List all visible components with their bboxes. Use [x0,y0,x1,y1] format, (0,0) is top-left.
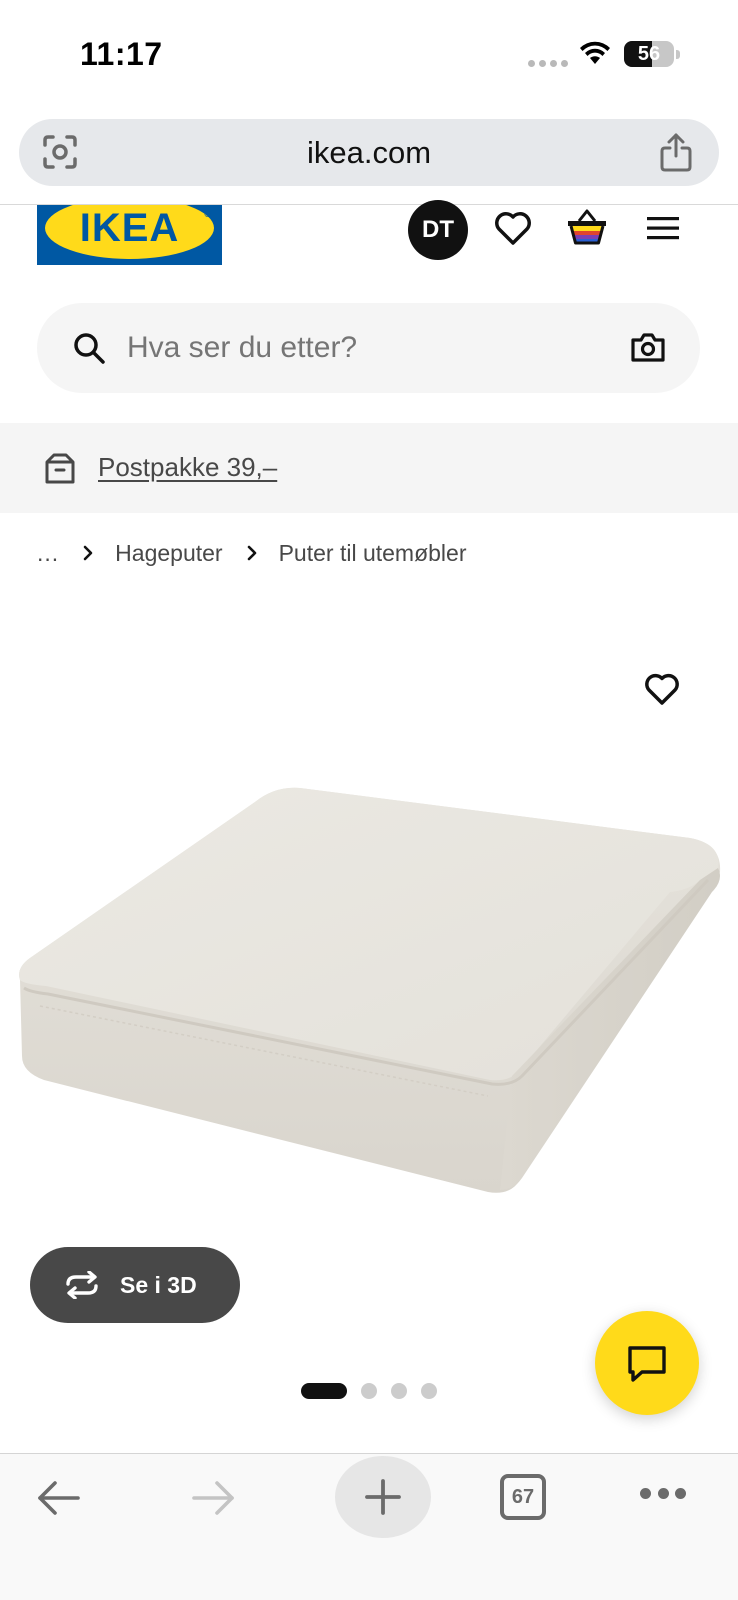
chevron-right-icon [83,545,93,561]
delivery-promo-banner: Postpakke 39,– [0,423,738,513]
new-tab-button[interactable] [335,1456,431,1538]
pagination-dot[interactable] [301,1383,347,1399]
search-box[interactable] [37,303,700,393]
logo-text: IKEA [79,206,180,250]
tab-switcher-button[interactable]: 67 [500,1474,546,1520]
plus-icon [365,1479,401,1515]
breadcrumb-ellipsis[interactable]: ... [37,540,59,567]
url-bar[interactable]: ikea.com [19,119,719,186]
add-to-favourites-heart-icon[interactable] [644,672,680,706]
share-icon[interactable] [659,132,693,172]
pagination-dot[interactable] [391,1383,407,1399]
parcel-box-icon [45,453,75,484]
search-input[interactable] [127,303,587,393]
view-in-3d-button[interactable]: Se i 3D [30,1247,240,1323]
ikea-logo[interactable]: IKEA ® [37,205,222,265]
postpakke-link[interactable]: Postpakke 39,– [98,423,277,511]
breadcrumb-item-puter-til-utemobler[interactable]: Puter til utemøbler [279,540,467,567]
rotate-3d-icon [66,1271,98,1299]
status-time: 11:17 [80,36,163,72]
browser-toolbar: 67 [0,1454,738,1600]
forward-arrow-icon[interactable] [190,1478,236,1518]
search-icon[interactable] [72,331,106,365]
pagination-dot[interactable] [421,1383,437,1399]
favourites-heart-icon[interactable] [494,210,532,246]
chevron-right-icon [247,545,256,561]
url-text[interactable]: ikea.com [19,119,719,186]
battery-tip [676,50,680,59]
view-in-3d-label: Se i 3D [120,1272,197,1298]
camera-search-icon[interactable] [630,330,666,364]
wifi-icon [580,41,610,64]
hamburger-menu-icon[interactable] [646,214,680,242]
breadcrumb: ... Hageputer Puter til utemøbler [37,538,467,568]
chat-bubble-icon [628,1346,666,1382]
breadcrumb-item-hageputer[interactable]: Hageputer [115,540,222,567]
shopping-bag-icon[interactable] [566,208,608,246]
cellular-signal-icon [528,60,568,67]
more-options-icon[interactable] [640,1488,686,1502]
image-pagination-dots[interactable] [301,1383,437,1399]
battery-icon: 56 [624,41,674,67]
account-avatar[interactable]: DT [408,200,468,260]
back-arrow-icon[interactable] [36,1478,82,1518]
chat-button[interactable] [595,1311,699,1415]
status-bar: 11:17 56 [0,0,738,110]
battery-percent: 56 [637,43,661,65]
visual-search-icon[interactable] [41,133,79,171]
pagination-dot[interactable] [361,1383,377,1399]
product-image-cushion[interactable] [0,780,738,1200]
